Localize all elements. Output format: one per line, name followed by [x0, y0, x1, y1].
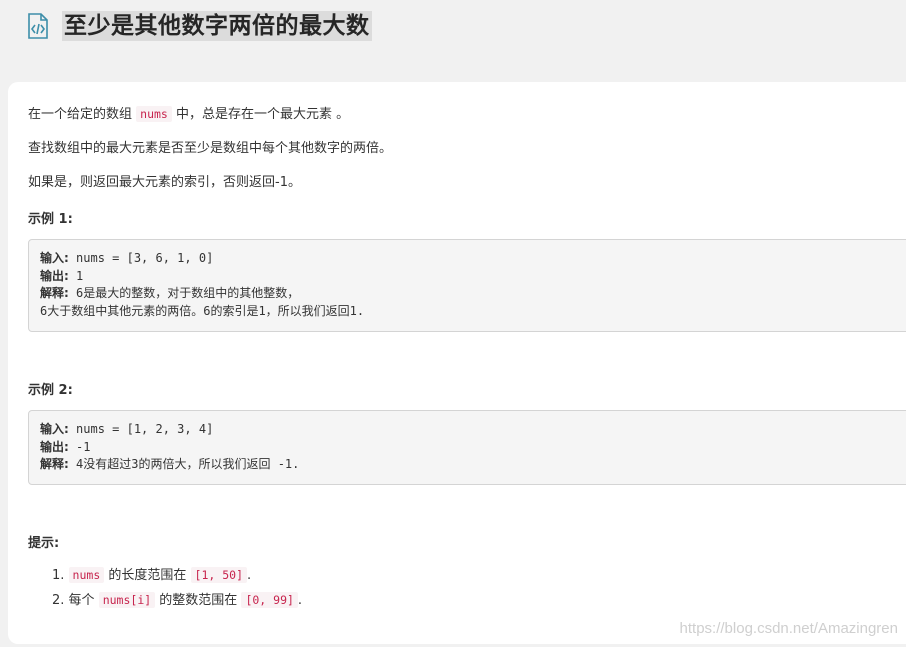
list-text: 的长度范围在: [104, 568, 187, 583]
hints-title: 提示:: [28, 536, 60, 551]
example-2-explain-line: 解释: 4没有超过3的两倍大，所以我们返回 -1.: [40, 456, 906, 474]
list-text: 的整数范围在: [155, 593, 238, 608]
description-text: 中，总是存在一个最大元素 。: [176, 107, 350, 122]
example-1-code-block: 输入: nums = [3, 6, 1, 0] 输出: 1 解释: 6是最大的整…: [28, 239, 906, 332]
problem-card: [8, 82, 906, 644]
example-1-output-line: 输出: 1: [40, 268, 906, 286]
inline-code-nums: nums: [136, 106, 172, 122]
inline-code: nums[i]: [98, 592, 156, 608]
output-value: -1: [68, 439, 91, 454]
page-title: 至少是其他数字两倍的最大数: [62, 11, 372, 41]
code-file-icon: [28, 13, 48, 39]
title-bar: 至少是其他数字两倍的最大数: [0, 0, 906, 60]
hints-list: 1. nums 的长度范围在 [1, 50]. 2. 每个 nums[i] 的整…: [52, 563, 302, 613]
list-text: .: [297, 593, 303, 608]
output-label: 输出:: [40, 268, 69, 283]
list-number: 2.: [52, 593, 65, 608]
list-item: 1. nums 的长度范围在 [1, 50].: [52, 563, 302, 588]
list-number: 1.: [52, 568, 65, 583]
description-paragraph-2: 查找数组中的最大元素是否至少是数组中每个其他数字的两倍。: [28, 141, 393, 156]
input-label: 输入:: [40, 251, 69, 265]
input-label: 输入:: [40, 422, 69, 436]
input-value: nums = [3, 6, 1, 0]: [68, 251, 214, 265]
input-value: nums = [1, 2, 3, 4]: [68, 422, 214, 436]
output-label: 输出:: [40, 439, 69, 454]
description-paragraph-1: 在一个给定的数组 nums 中，总是存在一个最大元素 。: [28, 105, 349, 124]
description-paragraph-3: 如果是，则返回最大元素的索引，否则返回-1。: [28, 175, 301, 190]
explain-value: 6是最大的整数，对于数组中的其他整数，: [68, 286, 300, 300]
inline-code: nums: [68, 567, 105, 583]
example-1-explain-line-2: 6大于数组中其他元素的两倍。6的索引是1，所以我们返回1.: [40, 303, 365, 318]
example-2-input-line: 输入: nums = [1, 2, 3, 4]: [40, 421, 906, 439]
example-1-explain-line: 解释: 6是最大的整数，对于数组中的其他整数，: [40, 285, 906, 303]
example-2-code-block: 输入: nums = [1, 2, 3, 4] 输出: -1 解释: 4没有超过…: [28, 410, 906, 485]
description-text: 在一个给定的数组: [28, 107, 133, 122]
explain-value: 4没有超过3的两倍大，所以我们返回 -1.: [68, 457, 300, 471]
explain-label: 解释:: [40, 286, 69, 300]
example-1-title: 示例 1:: [28, 212, 73, 227]
inline-code: [1, 50]: [190, 567, 247, 583]
list-text: 每个: [68, 593, 95, 608]
watermark: https://blog.csdn.net/Amazingren: [679, 620, 898, 637]
list-item: 2. 每个 nums[i] 的整数范围在 [0, 99].: [52, 588, 302, 613]
output-value: 1: [68, 268, 84, 283]
example-2-title: 示例 2:: [28, 383, 73, 398]
example-2-output-line: 输出: -1: [40, 439, 906, 457]
explain-label: 解释:: [40, 457, 69, 471]
list-text: .: [247, 568, 252, 583]
example-1-input-line: 输入: nums = [3, 6, 1, 0]: [40, 250, 906, 268]
inline-code: [0, 99]: [241, 592, 298, 608]
